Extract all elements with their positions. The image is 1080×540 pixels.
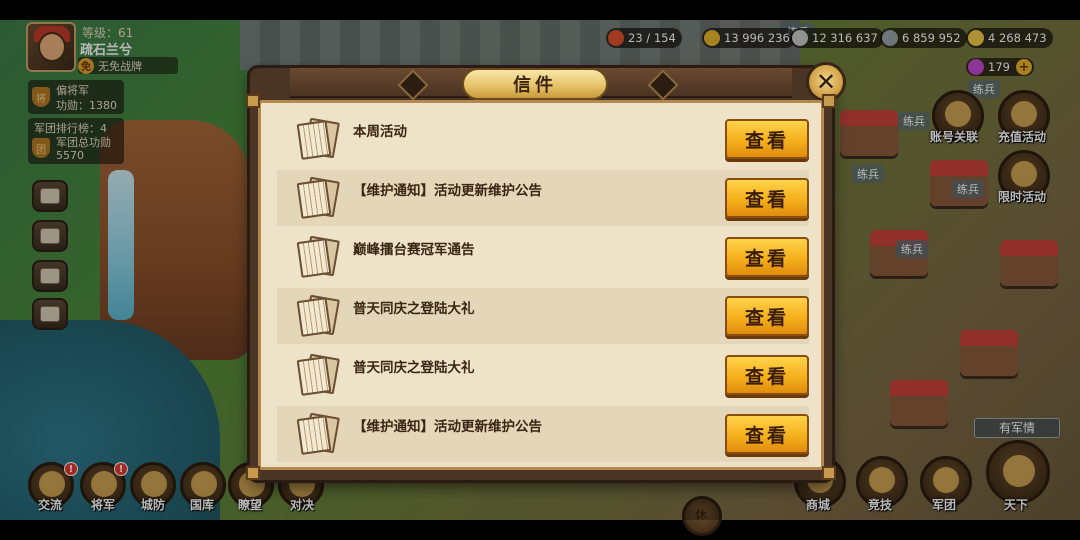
letter-icon (296, 117, 340, 160)
letter-row[interactable]: 本周活动 查看 (277, 111, 809, 167)
frame-corner (822, 94, 836, 108)
letter-list[interactable]: 本周活动 查看 【维护通知】活动更新维护公告 查看 巅峰擂台赛冠军通告 查看 普… (258, 100, 824, 470)
view-button[interactable]: 查看 (725, 237, 809, 277)
frame-corner (246, 94, 260, 108)
letter-title: 【维护通知】活动更新维护公告 (353, 419, 542, 435)
letterbox-top (0, 0, 1080, 20)
view-button[interactable]: 查看 (725, 296, 809, 336)
title-plate: 信件 (462, 68, 608, 100)
view-button-label: 查看 (744, 188, 789, 211)
letter-title: 普天同庆之登陆大礼 (353, 301, 475, 317)
letterbox-bottom (0, 520, 1080, 540)
letter-row[interactable]: 普天同庆之登陆大礼 查看 (277, 288, 809, 344)
view-button-label: 查看 (744, 365, 789, 388)
view-button[interactable]: 查看 (725, 414, 809, 454)
letter-icon (296, 176, 340, 219)
view-button-label: 查看 (744, 306, 789, 329)
letter-icon (296, 235, 340, 278)
letter-icon (296, 294, 340, 337)
game-screen: 练兵 练兵 练兵 练兵 练兵 练兵 等级：61 疏石兰兮 免 无免战牌 将 偏将… (0, 0, 1080, 540)
letter-row[interactable]: 巅峰擂台赛冠军通告 查看 (277, 229, 809, 285)
letter-icon (296, 353, 340, 396)
view-button[interactable]: 查看 (725, 355, 809, 395)
letter-title: 【维护通知】活动更新维护公告 (353, 183, 542, 199)
letter-title: 普天同庆之登陆大礼 (353, 360, 475, 376)
letter-title: 本周活动 (353, 124, 407, 140)
view-button-label: 查看 (744, 247, 789, 270)
letter-row[interactable]: 【维护通知】活动更新维护公告 查看 (277, 406, 809, 462)
view-button[interactable]: 查看 (725, 178, 809, 218)
frame-corner (246, 466, 260, 480)
frame-corner (822, 466, 836, 480)
letter-row[interactable]: 普天同庆之登陆大礼 查看 (277, 347, 809, 403)
letters-dialog: 信件 ✕ 本周活动 查看 【维护通知】活动更新维护公告 查看 巅峰擂台赛冠军通告… (246, 62, 846, 480)
letter-icon (296, 412, 340, 455)
letter-title: 巅峰擂台赛冠军通告 (353, 242, 475, 258)
letter-row[interactable]: 【维护通知】活动更新维护公告 查看 (277, 170, 809, 226)
view-button-label: 查看 (744, 129, 789, 152)
view-button-label: 查看 (744, 424, 789, 447)
view-button[interactable]: 查看 (725, 119, 809, 159)
dialog-title: 信件 (513, 75, 557, 96)
close-icon: ✕ (815, 68, 837, 96)
